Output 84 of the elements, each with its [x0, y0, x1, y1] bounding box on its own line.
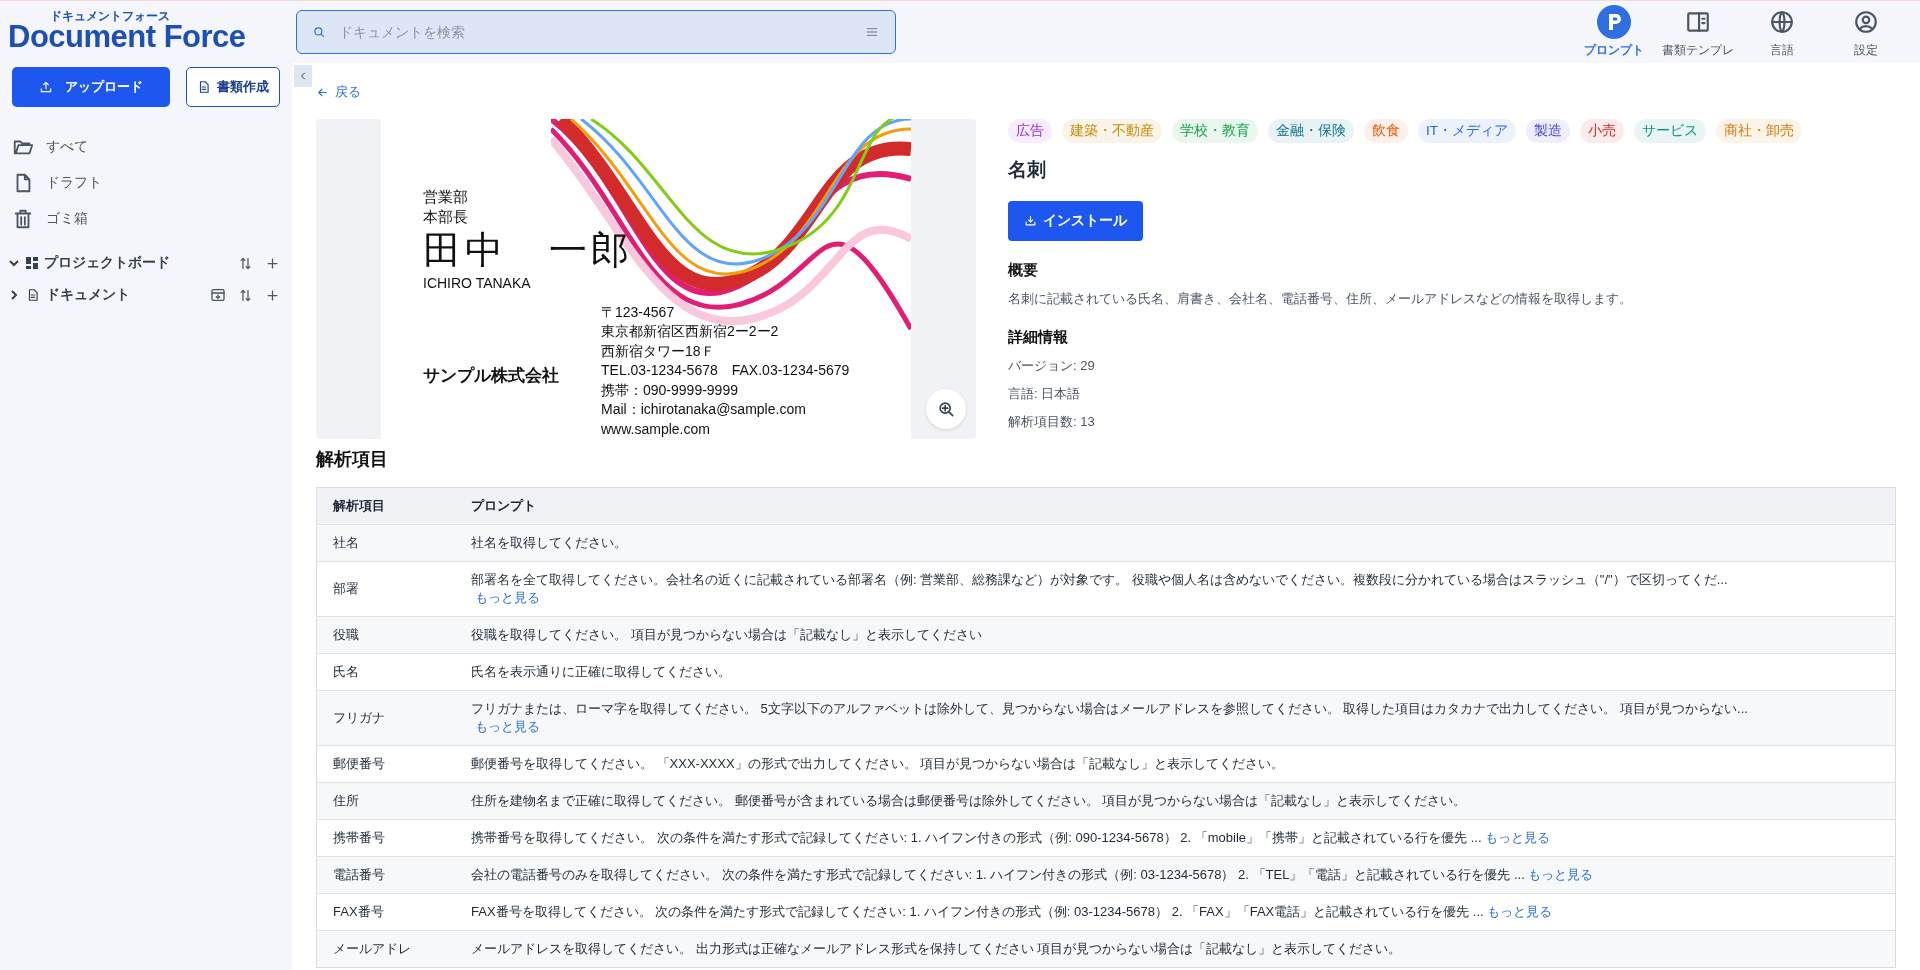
column-header: プロンプト — [455, 487, 1896, 524]
install-button[interactable]: インストール — [1008, 200, 1143, 241]
detail-text: 言語: 日本語 — [1008, 384, 1082, 403]
nav-tab[interactable]: 書類テンプレ — [1656, 5, 1740, 59]
card-name-roman: ICHIRO TANAKA — [423, 274, 532, 291]
globe-icon — [1769, 9, 1795, 35]
create-document-button[interactable]: 書類作成 — [186, 67, 280, 107]
category-tag: 広告 — [1008, 118, 1052, 143]
show-more-link[interactable]: もっと見る — [1485, 829, 1551, 845]
nav-tab[interactable]: 言語 — [1740, 5, 1824, 59]
column-header: 解析項目 — [316, 487, 455, 524]
detail-text: バージョン: 29 — [1008, 356, 1096, 375]
card-contact-line: Mail：ichirotanaka@sample.com — [601, 400, 807, 419]
zoom-in-button[interactable] — [926, 388, 966, 429]
document-icon — [197, 80, 211, 94]
table-cell: メールアドレスを取得してください。 出力形式は正確なメールアドレス形式を保持してください 項目が見つからない場合は「記載なし」と表示してください。 — [455, 930, 1896, 967]
card-department: 営業部 — [423, 186, 469, 207]
detail-text: 解析項目数: 13 — [1008, 412, 1096, 431]
category-tag: 学校・教育 — [1172, 118, 1258, 143]
overview-text: 名刺に記載されている氏名、肩書き、会社名、電話番号、住所、メールアドレスなどの情報を取得します。 — [1008, 289, 1633, 308]
card-contact-line: 西新宿タワー18Ｆ — [601, 341, 716, 361]
p-logo-icon — [1597, 5, 1631, 39]
logo-wordmark: Document Force — [8, 21, 247, 53]
category-tag: 商社・卸売 — [1716, 118, 1802, 143]
table-cell: 電話番号 — [316, 856, 455, 893]
category-tag: 製造 — [1526, 118, 1570, 143]
download-icon — [1024, 214, 1037, 227]
table-cell: 住所を建物名まで正確に取得してください。 郵便番号が含まれている場合は郵便番号は除外してください。 項目が見つからない場合は「記載なし」と表示してください。 — [455, 782, 1896, 819]
category-tag: 小売 — [1580, 118, 1624, 143]
card-contact-line: 携帯：090-9999-9999 — [601, 380, 739, 400]
card-contact-line: 東京都新宿区西新宿2ー2ー2 — [601, 322, 780, 341]
sidebar-item[interactable]: ゴミ箱 — [46, 210, 88, 228]
show-more-link[interactable]: もっと見る — [475, 588, 1879, 607]
table-cell: 役職を取得してください。 項目が見つからない場合は「記載なし」と表示してください — [455, 616, 1896, 653]
back-link[interactable]: 戻る — [316, 83, 361, 101]
add-icon — [265, 255, 280, 271]
chevron-icon[interactable] — [8, 257, 20, 269]
category-tag: IT・メディア — [1418, 118, 1516, 143]
show-more-link[interactable]: もっと見る — [1487, 903, 1553, 919]
sidebar-section[interactable]: ドキュメント — [46, 286, 204, 304]
overview-heading: 概要 — [1008, 260, 1039, 280]
table-cell: 住所 — [316, 782, 455, 819]
table-cell: フリガナまたは、ローマ字を取得してください。 5文字以下のアルファベットは除外して、見つからない場合はメールアドレスを参照してください。 取得した項目はカタカナで出力してください。 項目が見つからない... もっと見る — [455, 690, 1896, 745]
card-contact-line: TEL.03-1234-5678 FAX.03-1234-5679 — [601, 361, 850, 380]
user-circle-icon — [1853, 9, 1879, 35]
table-cell: 社名を取得してください。 — [455, 524, 1896, 561]
upload-button[interactable]: アップロード — [12, 67, 170, 107]
table-cell: メールアドレ — [316, 930, 455, 967]
show-more-link[interactable]: もっと見る — [1528, 866, 1594, 882]
table-cell: フリガナ — [316, 690, 455, 745]
chevron-icon[interactable] — [8, 289, 20, 301]
card-contact-line: www.sample.com — [601, 419, 711, 439]
details-heading: 詳細情報 — [1008, 327, 1069, 347]
table-cell: 役職 — [316, 616, 455, 653]
document-icon — [26, 288, 40, 302]
nav-tab[interactable]: プロンプト — [1572, 5, 1656, 59]
logo-ruby-text: ドキュメントフォース — [50, 11, 171, 21]
book-layout-icon — [1685, 9, 1711, 35]
sidebar-item[interactable]: ドラフト — [46, 174, 102, 192]
card-contact-line: 〒123-4567 — [601, 302, 676, 322]
category-tag: 建築・不動産 — [1062, 118, 1162, 143]
add-icon — [265, 287, 280, 303]
category-tag: 飲食 — [1364, 118, 1408, 143]
template-title: 名刺 — [1008, 157, 1047, 182]
sort-icon — [238, 255, 253, 271]
nav-tab[interactable]: 設定 — [1824, 5, 1908, 59]
trash-icon — [12, 208, 34, 230]
sidebar-item[interactable]: すべて — [46, 138, 88, 156]
upload-icon — [39, 80, 53, 94]
category-tag: サービス — [1634, 118, 1706, 143]
search-field[interactable]: ドキュメントを検索 — [296, 10, 896, 54]
card-company: サンプル株式会社 — [423, 364, 559, 387]
search-icon — [312, 25, 326, 39]
sort-icon — [238, 287, 253, 303]
card-name: 田中 一郎 — [423, 227, 633, 273]
table-cell: 会社の電話番号のみを取得してください。 次の条件を満たす形式で記録してください: 1. ハイフン付きの形式（例: 03-1234-5678） 2. 「TEL」「電話」と記載されている行を優先 ... もっと見る — [455, 856, 1896, 893]
fields-heading: 解析項目 — [316, 447, 389, 471]
inbox-icon — [210, 287, 226, 303]
category-tag: 金融・保険 — [1268, 118, 1354, 143]
sidebar-section[interactable]: プロジェクトボード — [44, 254, 232, 272]
grid-icon — [26, 257, 38, 269]
table-cell: 社名 — [316, 524, 455, 561]
show-more-link[interactable]: もっと見る — [475, 717, 1879, 736]
card-position: 本部長 — [423, 206, 469, 227]
